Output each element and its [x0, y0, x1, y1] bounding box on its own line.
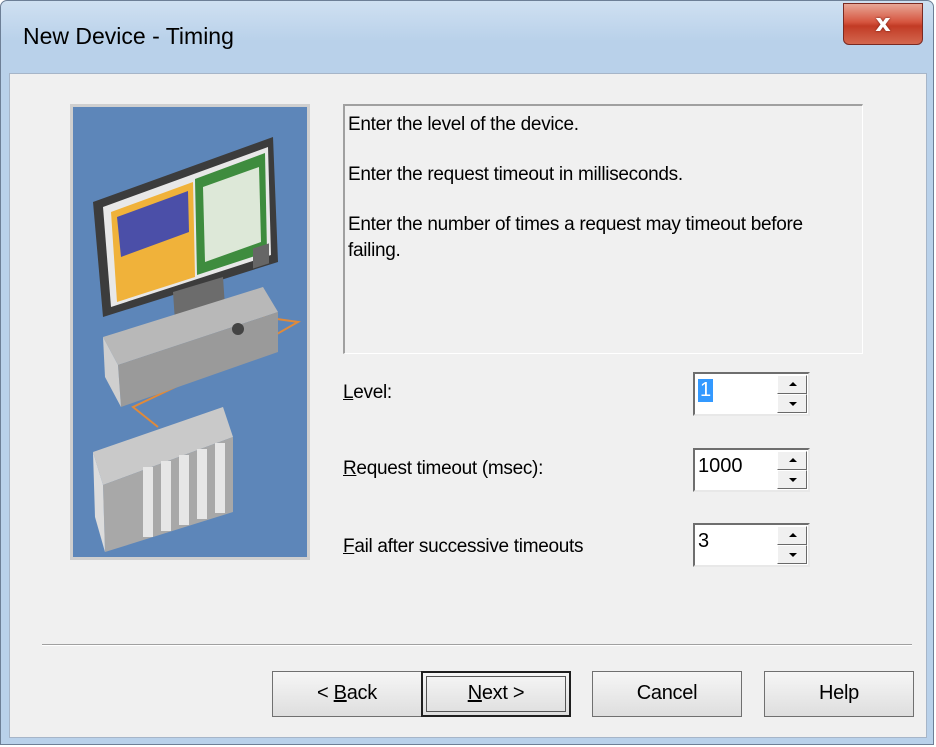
level-label: Level:	[343, 382, 392, 404]
spin-down-icon	[789, 478, 797, 482]
level-label-accel: L	[343, 382, 354, 403]
level-spin-buttons	[777, 375, 807, 413]
next-button-label: ext >	[481, 682, 525, 704]
fail-after-spin-up-button[interactable]	[777, 526, 807, 545]
back-button-label: ack	[346, 682, 378, 704]
level-label-text: evel:	[353, 382, 392, 403]
description-fail-after: Enter the number of times a request may …	[348, 214, 803, 261]
request-timeout-spin-down-button[interactable]	[777, 470, 807, 489]
fail-after-label-text: ail after successive timeouts	[354, 536, 584, 557]
next-button-accel: N	[467, 682, 482, 704]
request-timeout-label-accel: R	[343, 458, 357, 479]
computer-plc-illustration	[70, 104, 310, 560]
fail-after-spin-down-button[interactable]	[777, 545, 807, 564]
window-title: New Device - Timing	[23, 23, 234, 49]
back-button[interactable]: < Back	[272, 671, 422, 717]
back-button-prefix: <	[317, 682, 334, 704]
level-spinner[interactable]: 1	[693, 372, 810, 416]
spin-up-icon	[789, 533, 797, 537]
fail-after-spin-buttons	[777, 526, 807, 564]
fail-after-spinner[interactable]: 3	[693, 523, 810, 567]
request-timeout-spinner[interactable]: 1000	[693, 448, 810, 492]
close-icon: x	[875, 9, 891, 37]
fail-after-label-accel: F	[343, 536, 355, 557]
spin-down-icon	[789, 402, 797, 406]
fail-after-label: Fail after successive timeouts	[343, 536, 584, 558]
spin-up-icon	[789, 382, 797, 386]
dialog-client-area: Enter the level of the device. Enter the…	[9, 73, 927, 738]
request-timeout-input[interactable]: 1000	[698, 455, 743, 478]
button-separator	[42, 644, 912, 646]
new-device-timing-dialog: New Device - Timing x Enter the level of…	[0, 0, 934, 745]
help-button[interactable]: Help	[764, 671, 914, 717]
fail-after-input[interactable]: 3	[698, 530, 709, 553]
level-spin-down-button[interactable]	[777, 394, 807, 413]
request-timeout-spin-up-button[interactable]	[777, 451, 807, 470]
request-timeout-label-text: equest timeout (msec):	[356, 458, 544, 479]
cancel-button[interactable]: Cancel	[592, 671, 742, 717]
illustration-graphic	[73, 107, 307, 557]
level-input[interactable]: 1	[698, 379, 714, 402]
back-button-accel: B	[333, 682, 347, 704]
level-spin-up-button[interactable]	[777, 375, 807, 394]
spin-up-icon	[789, 458, 797, 462]
description-request-timeout: Enter the request timeout in millisecond…	[348, 164, 683, 185]
next-button[interactable]: Next >	[421, 671, 571, 717]
description-level: Enter the level of the device.	[348, 114, 579, 135]
close-button[interactable]: x	[843, 3, 923, 45]
request-timeout-spin-buttons	[777, 451, 807, 489]
spin-down-icon	[789, 553, 797, 557]
title-bar[interactable]: New Device - Timing x	[1, 1, 933, 73]
request-timeout-label: Request timeout (msec):	[343, 458, 543, 480]
description-panel: Enter the level of the device. Enter the…	[343, 104, 863, 354]
